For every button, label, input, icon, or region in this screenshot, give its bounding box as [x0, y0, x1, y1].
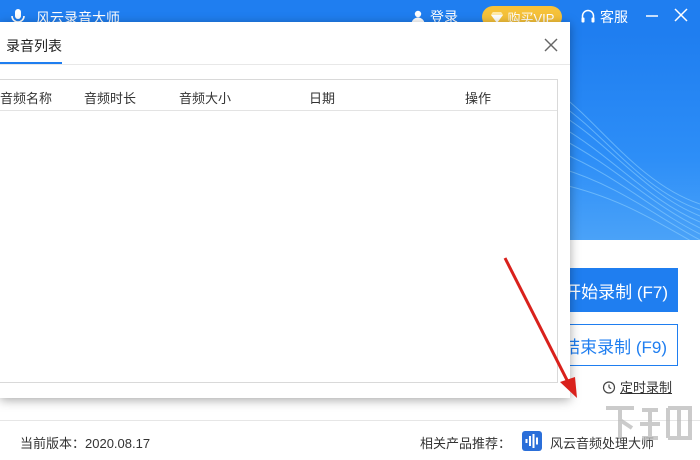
dialog-close-icon[interactable]: [542, 36, 560, 54]
dialog-divider: [0, 64, 570, 65]
column-header-action[interactable]: 操作: [465, 88, 491, 107]
watermark-logo: [606, 406, 692, 440]
recommend-label: 相关产品推荐：: [420, 436, 512, 451]
column-header-duration[interactable]: 音频时长: [84, 88, 136, 107]
recording-list-dialog: 录音列表 音频名称 音频时长 音频大小 日期 操作: [0, 22, 570, 398]
customer-service-button[interactable]: 客服: [580, 6, 628, 28]
clock-icon: [602, 380, 616, 394]
column-header-size[interactable]: 音频大小: [179, 88, 231, 107]
scheduled-recording-link[interactable]: 定时录制: [602, 377, 672, 396]
minimize-icon[interactable]: [644, 8, 660, 24]
recording-table: 音频名称 音频时长 音频大小 日期 操作: [0, 79, 558, 383]
dialog-title-tab[interactable]: 录音列表: [6, 36, 62, 56]
scheduled-recording-label: 定时录制: [620, 380, 673, 395]
status-bar: 当前版本：2020.08.17 相关产品推荐： 风云音频处理大师: [0, 420, 700, 460]
window-close-icon[interactable]: [672, 6, 690, 24]
column-header-name[interactable]: 音频名称: [0, 88, 52, 107]
table-header: 音频名称 音频时长 音频大小 日期 操作: [0, 80, 557, 111]
column-header-date[interactable]: 日期: [309, 88, 335, 107]
headset-icon: [581, 9, 595, 23]
service-label: 客服: [600, 9, 628, 25]
version-label: 当前版本：2020.08.17: [20, 436, 151, 451]
audio-wave-icon: [522, 431, 542, 451]
